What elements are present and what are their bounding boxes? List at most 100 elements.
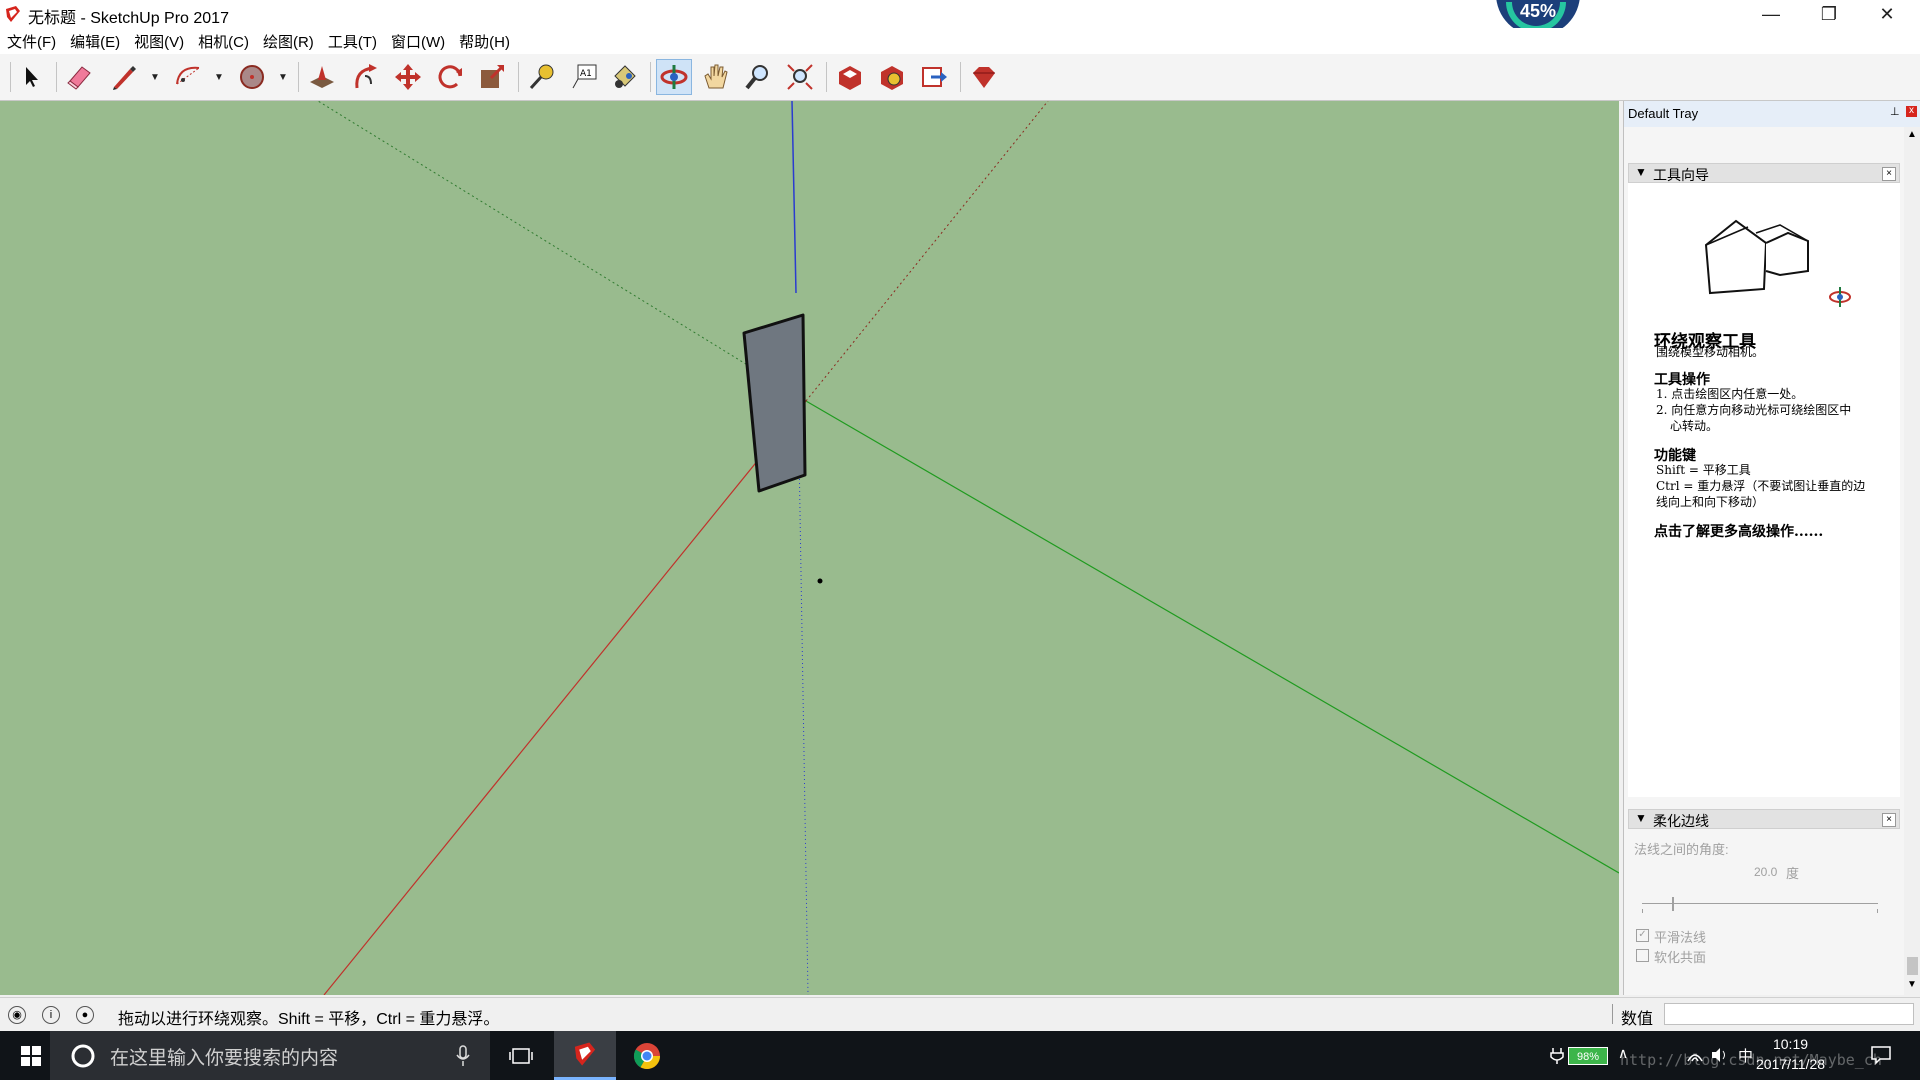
text-tool-button[interactable]: A1 — [566, 59, 602, 95]
follow-me-tool-button[interactable] — [348, 59, 384, 95]
zoom-tool-button[interactable] — [740, 59, 776, 95]
menu-tools[interactable]: 工具(T) — [321, 28, 384, 54]
user-account-icon[interactable]: ● — [76, 1006, 94, 1024]
function-key-line: Ctrl = 重力悬浮（不要试图让垂直的边 — [1656, 479, 1866, 493]
tape-measure-tool-button[interactable] — [524, 59, 560, 95]
tray-close-icon[interactable]: x — [1906, 106, 1917, 117]
instructor-panel-body: 环绕观察工具 围绕模型移动相机。 工具操作 1. 点击绘图区内任意一处。 2. … — [1628, 183, 1900, 797]
green-axis — [805, 400, 1619, 874]
scale-icon — [481, 64, 505, 88]
drawing-area[interactable] — [0, 101, 1619, 995]
geo-location-icon[interactable]: ◉ — [8, 1006, 26, 1024]
collapse-triangle-icon: ▼ — [1635, 165, 1647, 179]
taskbar-search-box[interactable]: 在这里输入你要搜索的内容 — [50, 1031, 490, 1080]
orbit-tool-button[interactable] — [656, 59, 692, 95]
menu-draw[interactable]: 绘图(R) — [256, 28, 321, 54]
soften-close-icon[interactable]: × — [1882, 813, 1896, 827]
blue-axis-dotted — [797, 390, 809, 995]
close-button[interactable]: ✕ — [1858, 0, 1916, 28]
windows-taskbar: 在这里输入你要搜索的内容 98% ∧ 中 10:19 2017/11/28 ht… — [0, 1031, 1920, 1080]
toolbar-separator — [826, 62, 827, 92]
angle-slider[interactable] — [1642, 895, 1878, 915]
toolbar-separator — [960, 62, 961, 92]
soften-coplanar-checkbox[interactable] — [1636, 949, 1649, 962]
3d-warehouse-button[interactable] — [832, 59, 868, 95]
paint-bucket-icon — [614, 65, 636, 88]
line-dropdown-chevron-icon[interactable]: ▼ — [150, 72, 160, 83]
smooth-normals-label: 平滑法线 — [1654, 930, 1707, 945]
slider-thumb[interactable] — [1672, 897, 1674, 911]
scroll-up-icon[interactable]: ▲ — [1907, 129, 1917, 140]
sketchup-app-icon — [6, 6, 20, 22]
menu-camera[interactable]: 相机(C) — [191, 28, 256, 54]
warehouse-icon — [839, 66, 861, 90]
window-title: 无标题 - SketchUp Pro 2017 — [28, 10, 229, 27]
rotate-tool-button[interactable] — [432, 59, 468, 95]
paint-bucket-tool-button[interactable] — [606, 59, 642, 95]
pan-tool-button[interactable] — [698, 59, 734, 95]
task-view-button[interactable] — [490, 1031, 552, 1080]
tray-title: Default Tray — [1628, 106, 1699, 121]
tool-description: 围绕模型移动相机。 — [1656, 345, 1765, 359]
instructor-panel-header[interactable]: ▼ 工具向导 × — [1628, 163, 1900, 183]
zoom-extents-icon — [787, 64, 813, 90]
more-advanced-link[interactable]: 点击了解更多高级操作...... — [1654, 521, 1823, 541]
function-key-line: Shift = 平移工具 — [1656, 463, 1751, 477]
text-label-icon: A1 — [572, 64, 597, 89]
rectangle-face — [742, 313, 807, 493]
cortana-circle-icon — [71, 1044, 95, 1068]
scale-tool-button[interactable] — [474, 59, 510, 95]
restore-button[interactable]: ❐ — [1800, 0, 1858, 28]
menu-window[interactable]: 窗口(W) — [384, 28, 452, 54]
axes — [317, 101, 1619, 995]
select-tool-button[interactable] — [14, 59, 50, 95]
arc-dropdown-chevron-icon[interactable]: ▼ — [214, 72, 224, 83]
battery-indicator[interactable]: 98% — [1568, 1047, 1608, 1065]
instructor-close-icon[interactable]: × — [1882, 167, 1896, 181]
orbit-icon — [660, 65, 688, 89]
zoom-extents-tool-button[interactable] — [782, 59, 818, 95]
menu-file[interactable]: 文件(F) — [0, 28, 63, 54]
extension-warehouse-button[interactable] — [874, 59, 910, 95]
soften-edges-panel-title: 柔化边线 — [1653, 813, 1709, 829]
arc-tool-button[interactable] — [170, 59, 206, 95]
orbit-illustration — [1704, 219, 1851, 307]
close-icon: ✕ — [1879, 3, 1895, 24]
red-axis-dotted — [805, 101, 1049, 402]
measurements-input[interactable] — [1664, 1003, 1914, 1025]
status-divider — [1612, 1004, 1613, 1024]
shapes-tool-button[interactable] — [234, 59, 270, 95]
scroll-thumb[interactable] — [1907, 957, 1918, 975]
blog-watermark: http://blog.csdn.net/Maybe_ch — [1620, 1051, 1882, 1069]
credits-info-icon[interactable]: i — [42, 1006, 60, 1024]
ruby-console-button[interactable] — [966, 59, 1002, 95]
microphone-icon[interactable] — [456, 1045, 470, 1067]
measurements-label: 数值 — [1621, 1011, 1654, 1028]
smooth-normals-checkbox[interactable]: ✓ — [1636, 929, 1649, 942]
arc-icon — [176, 66, 200, 85]
push-pull-tool-button[interactable] — [304, 59, 340, 95]
taskbar-sketchup-app[interactable] — [554, 1031, 616, 1080]
eraser-tool-button[interactable] — [62, 59, 98, 95]
move-arrows-icon — [395, 64, 421, 90]
move-tool-button[interactable] — [390, 59, 426, 95]
menu-bar: 文件(F) 编辑(E) 视图(V) 相机(C) 绘图(R) 工具(T) 窗口(W… — [0, 28, 1920, 54]
tray-scrollbar[interactable]: ▲ ▼ — [1904, 127, 1920, 995]
extension-warehouse-icon — [881, 66, 903, 90]
svg-text:A1: A1 — [580, 69, 592, 79]
taskbar-chrome-app[interactable] — [616, 1031, 678, 1080]
arrow-cursor-icon — [26, 67, 38, 87]
soften-edges-panel-header[interactable]: ▼ 柔化边线 × — [1628, 809, 1900, 829]
tape-measure-icon — [529, 64, 554, 90]
scroll-down-icon[interactable]: ▼ — [1907, 979, 1917, 990]
shapes-dropdown-chevron-icon[interactable]: ▼ — [278, 72, 288, 83]
menu-view[interactable]: 视图(V) — [127, 28, 191, 54]
line-tool-button[interactable] — [106, 59, 142, 95]
send-to-layout-button[interactable] — [916, 59, 952, 95]
toolbar-separator — [650, 62, 651, 92]
tray-pin-icon[interactable]: ⊥ — [1890, 105, 1900, 118]
toolbar-separator — [298, 62, 299, 92]
menu-help[interactable]: 帮助(H) — [452, 28, 517, 54]
minimize-button[interactable]: — — [1742, 0, 1800, 28]
menu-edit[interactable]: 编辑(E) — [63, 28, 127, 54]
